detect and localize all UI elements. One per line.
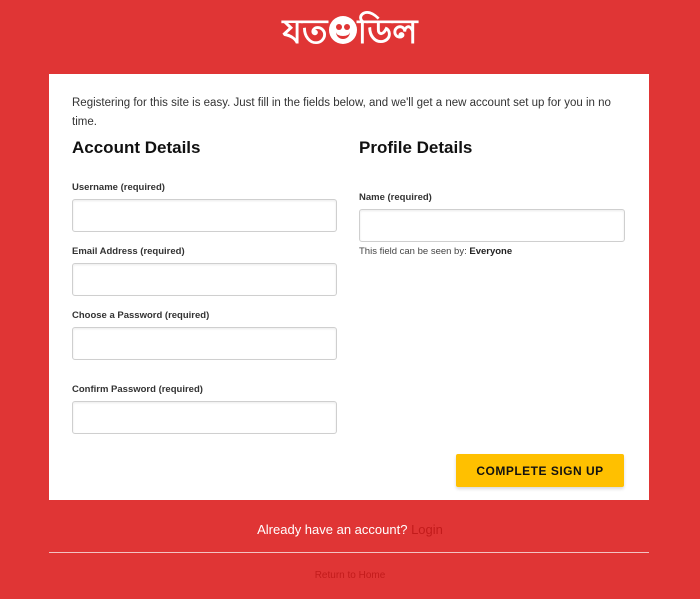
- login-prompt: Already have an account? Login: [0, 522, 700, 537]
- login-link[interactable]: Login: [411, 522, 443, 537]
- smiley-icon: [328, 15, 357, 44]
- complete-sign-up-button[interactable]: COMPLETE SIGN UP: [456, 454, 624, 487]
- visibility-prefix: This field can be seen by:: [359, 246, 467, 257]
- confirm-password-label: Confirm Password (required): [72, 384, 203, 395]
- email-label: Email Address (required): [72, 246, 185, 257]
- name-label: Name (required): [359, 192, 432, 203]
- username-input[interactable]: [72, 199, 337, 232]
- site-logo[interactable]: যত ডিল: [0, 8, 700, 56]
- registration-card: Registering for this site is easy. Just …: [49, 74, 649, 500]
- email-input[interactable]: [72, 263, 337, 296]
- logo-text-part2: ডিল: [357, 12, 418, 52]
- account-details-heading: Account Details: [72, 138, 201, 157]
- password-input[interactable]: [72, 327, 337, 360]
- logo-text-part1: যত: [282, 12, 328, 52]
- profile-details-heading: Profile Details: [359, 138, 473, 157]
- field-visibility-note: This field can be seen by: Everyone: [359, 246, 512, 257]
- return-home-link[interactable]: Return to Home: [0, 570, 700, 581]
- password-label: Choose a Password (required): [72, 310, 210, 321]
- already-account-text: Already have an account?: [257, 522, 408, 537]
- footer-divider: [49, 552, 649, 553]
- name-input[interactable]: [359, 209, 625, 242]
- confirm-password-input[interactable]: [72, 401, 337, 434]
- intro-text: Registering for this site is easy. Just …: [72, 97, 611, 128]
- username-label: Username (required): [72, 182, 165, 193]
- visibility-value[interactable]: Everyone: [469, 246, 512, 257]
